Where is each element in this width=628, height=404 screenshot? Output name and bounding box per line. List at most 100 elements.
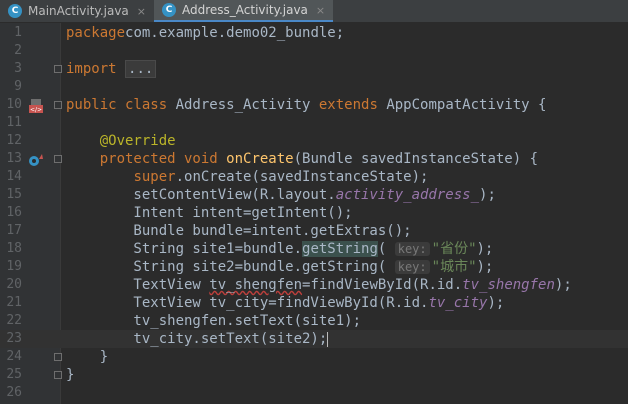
line-number: 16 xyxy=(6,205,22,220)
code-token: tv_city xyxy=(428,295,488,311)
tab-address-activity-java[interactable]: C Address_Activity.java × xyxy=(154,0,334,22)
fold-toggle-icon[interactable] xyxy=(54,371,62,379)
line-number: 10 xyxy=(6,97,22,112)
code-text: setContentView(R.layout.activity_address… xyxy=(66,186,496,204)
code-token: onCreate xyxy=(226,151,294,167)
code-line[interactable]: 17 Bundle bundle=intent.getExtras(); xyxy=(0,222,628,240)
code-token: AppCompatActivity { xyxy=(386,97,547,113)
text-caret xyxy=(327,331,329,347)
line-number: 2 xyxy=(14,43,22,58)
code-token: super xyxy=(133,169,176,185)
code-token: tv_shengfen.setText(site1); xyxy=(66,313,362,329)
code-text: tv_shengfen.setText(site1); xyxy=(66,312,361,330)
code-line[interactable]: 16 Intent intent=getIntent(); xyxy=(0,204,628,222)
code-token: ); xyxy=(476,259,494,275)
folded-imports[interactable]: ... xyxy=(125,60,157,78)
line-number: 12 xyxy=(6,133,22,148)
code-text: Intent intent=getIntent(); xyxy=(66,204,352,222)
code-text: @Override xyxy=(66,132,176,150)
tab-label: Address_Activity.java xyxy=(182,3,308,17)
code-line[interactable]: 15 setContentView(R.layout.activity_addr… xyxy=(0,186,628,204)
tab-mainactivity-java[interactable]: C MainActivity.java × xyxy=(0,0,154,22)
code-token: Address_Activity xyxy=(175,97,319,113)
line-number: 15 xyxy=(6,187,22,202)
fold-toggle-icon[interactable] xyxy=(54,353,62,361)
code-line[interactable]: 19 String site2=bundle.getString( key: "城… xyxy=(0,258,628,276)
close-tab-icon[interactable]: × xyxy=(137,5,146,18)
code-token: String site2=bundle.getString( xyxy=(66,259,395,275)
fold-toggle-icon[interactable] xyxy=(54,65,62,73)
line-number: 23 xyxy=(6,331,22,346)
code-editor[interactable]: </> 1 packagecom.example.demo02_bundle; 2 3… xyxy=(0,23,628,404)
code-token: setContentView(R.layout. xyxy=(66,187,336,203)
parameter-hint: key: xyxy=(394,242,430,256)
code-line[interactable]: 24 } xyxy=(0,348,628,366)
code-token: ); xyxy=(487,295,505,311)
code-token: tv_city.setText(site2); xyxy=(66,331,328,347)
code-text: TextView tv_city=findViewById(R.id.tv_ci… xyxy=(66,294,504,312)
code-text: Bundle bundle=intent.getExtras(); xyxy=(66,222,411,240)
code-line[interactable]: 18 String site1=bundle.getString( key: "省… xyxy=(0,240,628,258)
code-text: } xyxy=(66,366,74,384)
code-token: import xyxy=(66,61,117,77)
code-text: super.onCreate(savedInstanceState); xyxy=(66,168,428,186)
code-line[interactable]: 12 @Override xyxy=(0,132,628,150)
line-number: 19 xyxy=(6,259,22,274)
code-text: String site1=bundle.getString( key: "省份")… xyxy=(66,240,493,258)
code-token: getString xyxy=(302,241,378,257)
code-token: ( xyxy=(377,241,395,257)
fold-toggle-icon[interactable] xyxy=(54,101,62,109)
line-number: 25 xyxy=(6,367,22,382)
code-line[interactable]: 2 xyxy=(0,42,628,60)
code-line[interactable]: 13 protected void onCreate(Bundle savedI… xyxy=(0,150,628,168)
code-token: .onCreate(savedInstanceState); xyxy=(175,169,429,185)
code-text: String site2=bundle.getString( key: "城市")… xyxy=(66,258,493,276)
code-token: =findViewById(R.id. xyxy=(302,277,463,293)
line-number: 21 xyxy=(6,295,22,310)
code-line[interactable]: 9 xyxy=(0,78,628,96)
code-line[interactable]: 20 TextView tv_shengfen=findViewById(R.i… xyxy=(0,276,628,294)
code-text: protected void onCreate(Bundle savedInst… xyxy=(66,150,538,168)
code-line[interactable]: 11 xyxy=(0,114,628,132)
code-token: @Override xyxy=(99,133,176,149)
code-token: TextView tv_city=findViewById(R.id. xyxy=(66,295,429,311)
parameter-hint: key: xyxy=(394,260,430,274)
code-line[interactable]: 1 packagecom.example.demo02_bundle; xyxy=(0,24,628,42)
code-token: } xyxy=(66,367,75,383)
code-token: extends xyxy=(318,97,387,113)
code-line[interactable]: 25} xyxy=(0,366,628,384)
code-line[interactable]: 3 import ... xyxy=(0,60,628,78)
code-token: protected void xyxy=(99,151,227,167)
code-text: public class Address_Activity extends Ap… xyxy=(66,96,546,114)
code-token: public class xyxy=(66,97,176,113)
code-line[interactable]: 23 tv_city.setText(site2); xyxy=(0,330,628,348)
fold-toggle-icon[interactable] xyxy=(54,155,62,163)
line-number: 24 xyxy=(6,349,22,364)
line-number: 22 xyxy=(6,313,22,328)
editor-tab-bar: C MainActivity.java × C Address_Activity.jav… xyxy=(0,0,628,23)
code-line[interactable]: 26 xyxy=(0,384,628,402)
code-token: "城市" xyxy=(431,259,477,275)
line-number: 11 xyxy=(6,115,22,130)
line-number: 1 xyxy=(14,25,22,40)
close-tab-icon[interactable]: × xyxy=(316,4,325,17)
line-number: 9 xyxy=(14,79,22,94)
code-token: String site1=bundle. xyxy=(66,241,303,257)
tab-label: MainActivity.java xyxy=(28,4,129,18)
code-line[interactable]: 21 TextView tv_city=findViewById(R.id.tv… xyxy=(0,294,628,312)
line-number: 18 xyxy=(6,241,22,256)
code-token: ); xyxy=(479,187,496,203)
code-line[interactable]: 14 super.onCreate(savedInstanceState); xyxy=(0,168,628,186)
code-token: ); xyxy=(476,241,494,257)
code-token: TextView xyxy=(66,277,210,293)
code-line[interactable]: 22 tv_shengfen.setText(site1); xyxy=(0,312,628,330)
code-text: tv_city.setText(site2); xyxy=(66,330,329,348)
code-token: package xyxy=(66,25,126,41)
line-number: 17 xyxy=(6,223,22,238)
code-token: } xyxy=(66,349,109,365)
code-line[interactable]: 10 public class Address_Activity extends … xyxy=(0,96,628,114)
